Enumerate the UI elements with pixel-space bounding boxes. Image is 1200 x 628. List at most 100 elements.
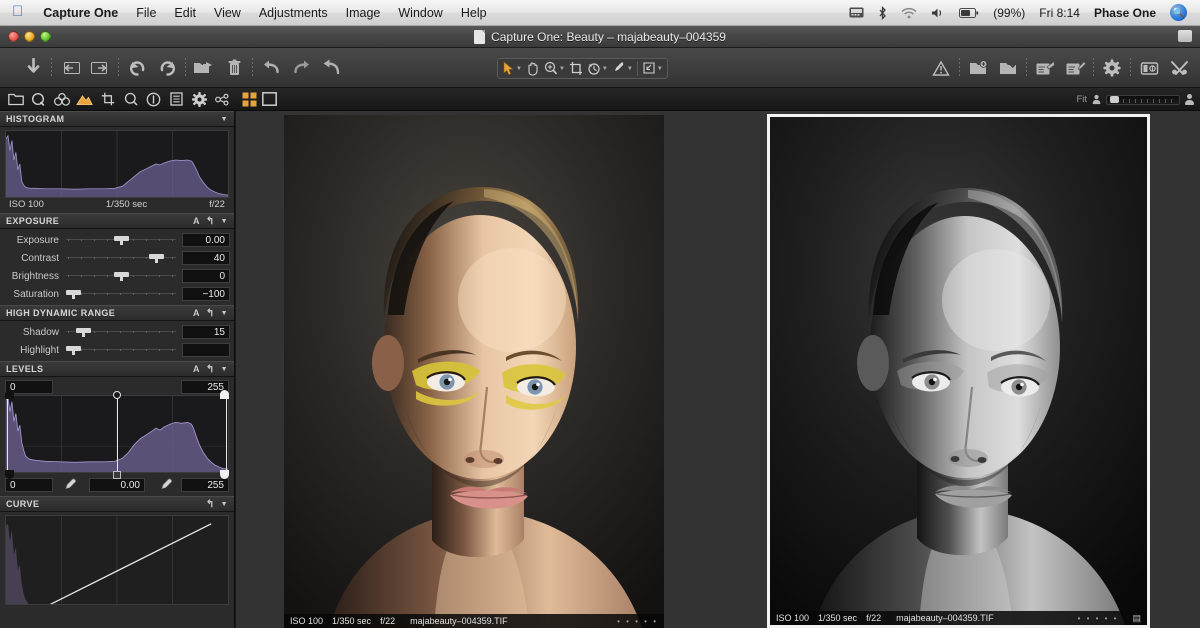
slider-knob[interactable] xyxy=(149,254,164,259)
menu-item-file[interactable]: File xyxy=(127,0,165,26)
variant-badge-icon[interactable]: ▤ xyxy=(1132,613,1141,624)
levels-mid-handle-bottom[interactable] xyxy=(113,471,121,479)
volume-icon[interactable] xyxy=(924,0,952,26)
levels-black-point-handle[interactable] xyxy=(7,396,8,472)
chevron-down-icon[interactable]: ▼ xyxy=(627,66,633,72)
slider-value[interactable]: 0 xyxy=(182,269,230,283)
preferences-gear-icon[interactable] xyxy=(1097,53,1127,83)
chevron-down-icon[interactable]: ▼ xyxy=(516,66,522,72)
slider-track[interactable] xyxy=(66,251,176,265)
image-viewer[interactable]: ISO 100 1/350 sec f/22 majabeauty–004359… xyxy=(236,111,1200,628)
levels-black-handle-bottom[interactable] xyxy=(5,470,14,479)
chevron-down-icon[interactable]: ▼ xyxy=(221,366,228,373)
sidebar-item-color[interactable] xyxy=(50,88,73,111)
slider-track[interactable] xyxy=(66,233,176,247)
next-variant-icon[interactable] xyxy=(85,53,115,83)
zoom-slider[interactable] xyxy=(1106,95,1180,105)
sidebar-item-lens[interactable] xyxy=(96,88,119,111)
section-header-hdr[interactable]: HIGH DYNAMIC RANGE A ↰ ▼ xyxy=(0,305,234,321)
pan-hand-icon[interactable] xyxy=(524,59,542,78)
section-header-levels[interactable]: LEVELS A ↰ ▼ xyxy=(0,361,234,377)
menu-item-image[interactable]: Image xyxy=(337,0,390,26)
single-view-icon[interactable] xyxy=(261,92,277,107)
chevron-down-icon[interactable]: ▼ xyxy=(221,116,228,123)
proof-person-icon[interactable] xyxy=(1185,94,1194,105)
levels-white-handle-bottom[interactable] xyxy=(220,470,229,479)
customize-toolbar-icon[interactable] xyxy=(1164,53,1194,83)
image-variant-bw[interactable]: ISO 100 1/350 sec f/22 majabeauty–004359… xyxy=(767,114,1150,628)
slider-knob[interactable] xyxy=(66,290,81,295)
eyedropper-icon[interactable] xyxy=(154,478,176,492)
curve-graph[interactable] xyxy=(5,515,229,605)
slider-knob[interactable] xyxy=(114,272,129,277)
battery-icon[interactable] xyxy=(952,0,986,26)
chevron-down-icon[interactable]: ▼ xyxy=(221,310,228,317)
levels-input-black[interactable]: 0 xyxy=(5,478,53,492)
pointer-icon[interactable]: ▼ xyxy=(500,59,524,78)
sidebar-item-library[interactable] xyxy=(4,88,27,111)
chevron-down-icon[interactable]: ▼ xyxy=(559,66,565,72)
rotate-right-icon[interactable] xyxy=(152,53,182,83)
reset-icon[interactable] xyxy=(316,53,346,83)
slider-value[interactable]: 40 xyxy=(182,251,230,265)
keystone-icon[interactable]: ▼ xyxy=(640,59,665,78)
slider-knob[interactable] xyxy=(66,346,81,351)
chevron-down-icon[interactable]: ▼ xyxy=(221,218,228,225)
close-button[interactable] xyxy=(8,31,19,42)
slider-track[interactable] xyxy=(66,343,176,357)
reset-icon[interactable]: ↰ xyxy=(206,308,215,319)
slider-value[interactable]: −100 xyxy=(182,287,230,301)
grid-view-icon[interactable] xyxy=(241,92,257,107)
sidebar-item-details[interactable] xyxy=(142,88,165,111)
white-balance-picker-icon[interactable]: ▼ xyxy=(610,59,635,78)
zoom-button[interactable] xyxy=(40,31,51,42)
sidebar-item-quick[interactable] xyxy=(27,88,50,111)
proof-person-icon[interactable] xyxy=(1093,95,1101,104)
crop-icon[interactable] xyxy=(567,59,585,78)
levels-midpoint-handle[interactable] xyxy=(117,396,118,472)
toolbar-toggle-button[interactable] xyxy=(1178,30,1192,42)
display-icon[interactable] xyxy=(842,0,871,26)
levels-black-handle-top[interactable] xyxy=(5,390,14,399)
slider-value[interactable]: 15 xyxy=(182,325,230,339)
levels-mid-handle-top[interactable] xyxy=(113,391,121,399)
slider-track[interactable] xyxy=(66,269,176,283)
slider-knob[interactable] xyxy=(76,328,91,333)
rotate-tool-icon[interactable]: ▼ xyxy=(585,59,610,78)
import-icon[interactable] xyxy=(18,53,48,83)
slider-value[interactable] xyxy=(182,343,230,357)
open-folder-icon[interactable] xyxy=(189,53,219,83)
image-variant-color[interactable]: ISO 100 1/350 sec f/22 majabeauty–004359… xyxy=(284,115,664,628)
wifi-icon[interactable] xyxy=(894,0,924,26)
levels-input-gamma[interactable]: 0.00 xyxy=(89,478,145,492)
slider-knob[interactable] xyxy=(114,236,129,241)
menu-item-help[interactable]: Help xyxy=(452,0,496,26)
undo-icon[interactable] xyxy=(256,53,286,83)
menu-item-view[interactable]: View xyxy=(205,0,250,26)
menu-item-app-name[interactable]: Capture One xyxy=(34,0,127,26)
zoom-loupe-icon[interactable]: ▼ xyxy=(542,59,567,78)
redo-icon[interactable] xyxy=(286,53,316,83)
sidebar-item-exposure[interactable] xyxy=(73,88,96,111)
chevron-down-icon[interactable]: ▼ xyxy=(602,66,608,72)
process-recipe-icon[interactable] xyxy=(1060,53,1090,83)
reset-icon[interactable]: ↰ xyxy=(206,364,215,375)
zoom-slider-knob[interactable] xyxy=(1110,96,1119,103)
section-header-exposure[interactable]: EXPOSURE A ↰ ▼ xyxy=(0,213,234,229)
levels-white-handle-top[interactable] xyxy=(220,390,229,399)
rotate-left-icon[interactable] xyxy=(122,53,152,83)
section-header-curve[interactable]: CURVE ↰ ▼ xyxy=(0,496,234,512)
slider-track[interactable] xyxy=(66,287,176,301)
new-album-icon[interactable] xyxy=(963,53,993,83)
new-selection-icon[interactable] xyxy=(993,53,1023,83)
clock[interactable]: Fri 8:14 xyxy=(1032,0,1087,26)
process-icon[interactable] xyxy=(1030,53,1060,83)
warning-icon[interactable] xyxy=(926,53,956,83)
rating-stars[interactable]: • • • • • xyxy=(1078,614,1119,623)
apple-logo-icon[interactable]:  xyxy=(0,0,34,26)
viewer-toggle-icon[interactable] xyxy=(1134,53,1164,83)
slider-track[interactable] xyxy=(66,325,176,339)
sidebar-item-composition[interactable] xyxy=(119,88,142,111)
slider-value[interactable]: 0.00 xyxy=(182,233,230,247)
levels-white-point-handle[interactable] xyxy=(226,396,227,472)
